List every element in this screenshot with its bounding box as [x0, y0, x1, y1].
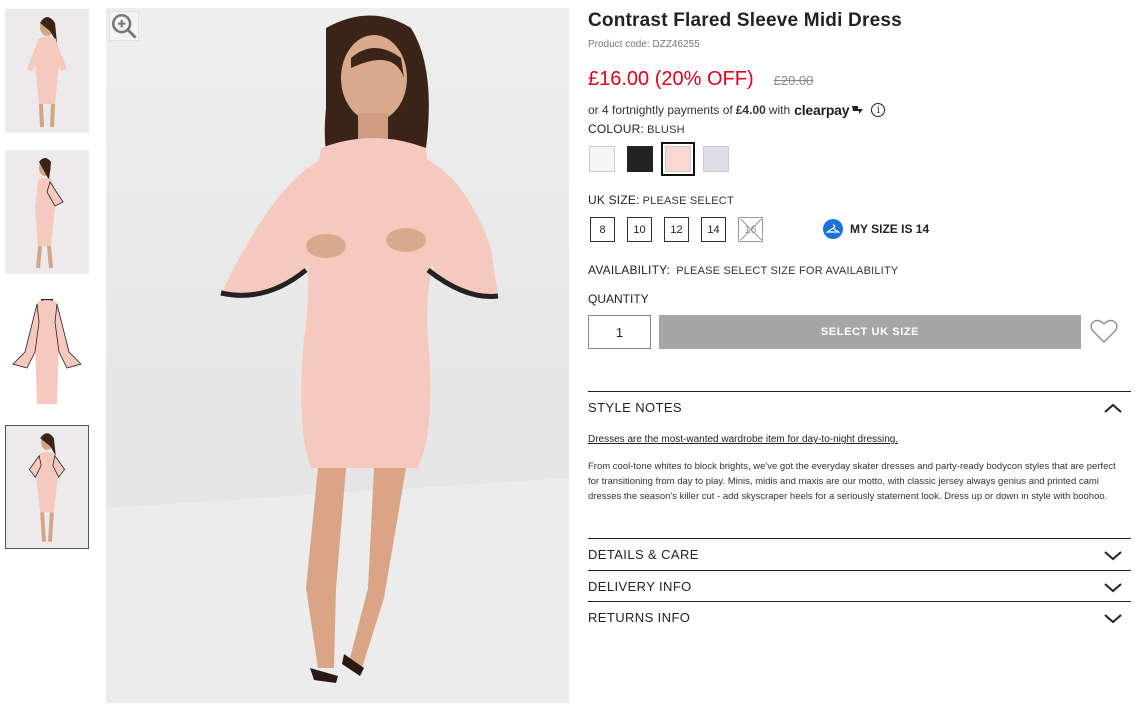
- clearpay-logo: clearpay: [794, 102, 850, 118]
- style-notes-link[interactable]: Dresses are the most-wanted wardrobe ite…: [588, 434, 898, 445]
- size-option-14[interactable]: 14: [701, 217, 726, 242]
- availability-value: PLEASE SELECT SIZE FOR AVAILABILITY: [676, 265, 899, 277]
- thumbnail-flat[interactable]: [5, 292, 89, 416]
- my-size-button[interactable]: MY SIZE IS 14: [823, 219, 929, 239]
- accordion-delivery-info: DELIVERY INFO: [588, 570, 1131, 602]
- clearpay-arrows-icon: [852, 106, 864, 114]
- size-option-16: 16: [738, 217, 763, 242]
- chevron-down-icon: [1104, 613, 1122, 623]
- swatch-blush[interactable]: [661, 142, 695, 176]
- quantity-input[interactable]: [588, 315, 651, 349]
- clearpay-suffix: with: [768, 103, 791, 117]
- wishlist-button[interactable]: [1089, 316, 1119, 346]
- clearpay-amount: £4.00: [735, 103, 766, 117]
- main-product-image[interactable]: [106, 8, 569, 703]
- add-to-bag-button[interactable]: SELECT UK SIZE: [659, 315, 1081, 349]
- product-code: Product code: DZZ46255: [588, 39, 700, 50]
- size-option-10[interactable]: 10: [627, 217, 652, 242]
- thumbnail-front[interactable]: [5, 9, 89, 133]
- availability-label: AVAILABILITY:: [588, 263, 671, 277]
- colour-value: BLUSH: [647, 124, 685, 136]
- size-label: UK SIZE:: [588, 193, 640, 207]
- product-title: Contrast Flared Sleeve Midi Dress: [588, 10, 902, 31]
- chevron-up-icon: [1104, 403, 1122, 413]
- hanger-icon: [823, 219, 843, 239]
- style-notes-body: From cool-tone whites to block brights, …: [588, 461, 1116, 502]
- style-notes-header[interactable]: STYLE NOTES: [588, 392, 1131, 423]
- colour-label: COLOUR:: [588, 122, 645, 136]
- model-image: [5, 9, 89, 133]
- size-option-12[interactable]: 12: [664, 217, 689, 242]
- chevron-down-icon: [1104, 550, 1122, 560]
- accordion-details-care: DETAILS & CARE: [588, 538, 1131, 570]
- accordion-style-notes: STYLE NOTES: [588, 391, 1131, 423]
- thumbnail-front-2[interactable]: [5, 425, 89, 549]
- model-image: [6, 426, 88, 548]
- original-price: £20.00: [773, 73, 814, 88]
- returns-info-header[interactable]: RETURNS INFO: [588, 602, 1131, 633]
- my-size-label: MY SIZE IS 14: [850, 222, 930, 236]
- clearpay-row: or 4 fortnightly payments of £4.00 with …: [588, 102, 886, 118]
- thumbnail-side[interactable]: [5, 150, 89, 274]
- model-image: [5, 150, 89, 274]
- size-option-8[interactable]: 8: [590, 217, 615, 242]
- model-photo: [106, 8, 569, 703]
- clearpay-prefix: or 4 fortnightly payments of: [588, 103, 733, 117]
- size-options: 8 10 12 14 16: [590, 217, 775, 242]
- swatch-lilac[interactable]: [703, 146, 729, 172]
- accordion-returns-info: RETURNS INFO: [588, 601, 1131, 633]
- price-row: £16.00 (20% OFF) £20.00: [588, 68, 813, 91]
- style-notes-title: STYLE NOTES: [588, 400, 682, 415]
- details-care-title: DETAILS & CARE: [588, 547, 699, 562]
- dress-flat-image: [5, 292, 89, 416]
- swatch-black[interactable]: [627, 146, 653, 172]
- colour-swatches: [589, 142, 741, 176]
- details-care-header[interactable]: DETAILS & CARE: [588, 539, 1131, 570]
- returns-info-title: RETURNS INFO: [588, 610, 691, 625]
- quantity-label: QUANTITY: [588, 292, 649, 306]
- swatch-white[interactable]: [589, 146, 615, 172]
- delivery-info-header[interactable]: DELIVERY INFO: [588, 571, 1131, 602]
- colour-row: COLOUR: BLUSH: [588, 122, 685, 136]
- size-row: UK SIZE: PLEASE SELECT: [588, 193, 734, 207]
- delivery-info-title: DELIVERY INFO: [588, 579, 692, 594]
- availability-row: AVAILABILITY: PLEASE SELECT SIZE FOR AVAI…: [588, 263, 898, 277]
- size-value: PLEASE SELECT: [642, 195, 734, 207]
- sale-price: £16.00 (20% OFF): [588, 68, 754, 90]
- zoom-button[interactable]: [109, 11, 139, 41]
- zoom-icon: [111, 13, 137, 39]
- heart-icon: [1090, 319, 1118, 343]
- chevron-down-icon: [1104, 582, 1122, 592]
- info-icon[interactable]: i: [871, 103, 886, 117]
